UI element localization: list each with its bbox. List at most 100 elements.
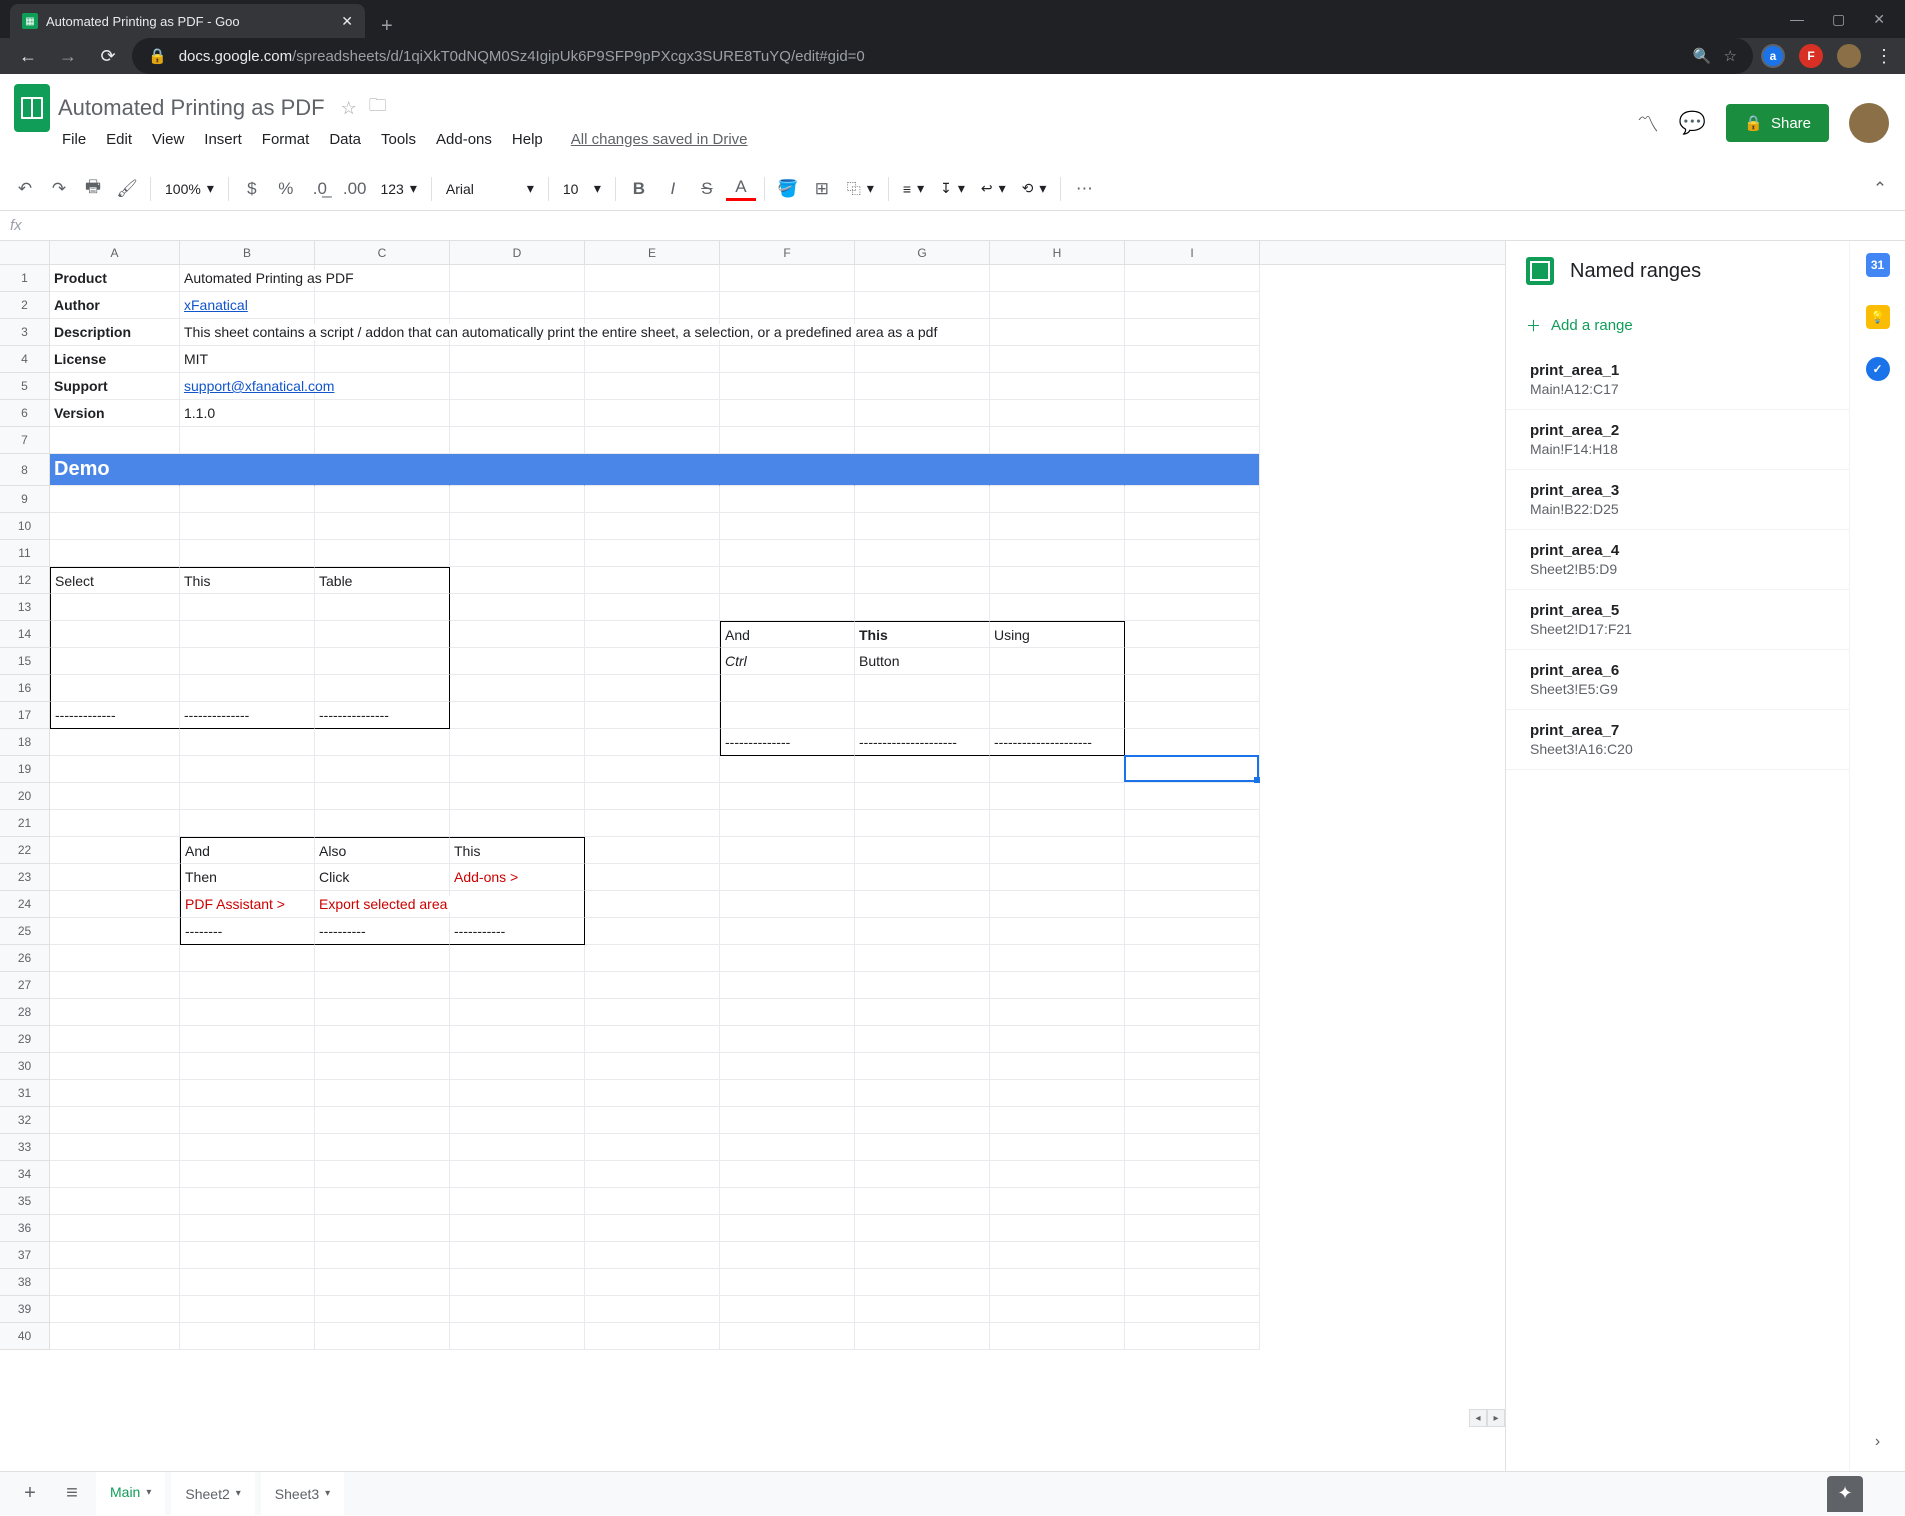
cell-E19[interactable] — [585, 756, 720, 783]
row-header-1[interactable]: 1 — [0, 265, 50, 292]
cell-B12[interactable]: This — [180, 567, 315, 594]
cell-D24[interactable] — [450, 891, 585, 918]
cell-C19[interactable] — [315, 756, 450, 783]
cell-I22[interactable] — [1125, 837, 1260, 864]
cell-G2[interactable] — [855, 292, 990, 319]
named-range-item[interactable]: print_area_1Main!A12:C17 — [1506, 350, 1905, 410]
cell-F32[interactable] — [720, 1107, 855, 1134]
menu-view[interactable]: View — [144, 127, 192, 152]
activity-icon[interactable]: 〽 — [1637, 107, 1659, 139]
cell-B11[interactable] — [180, 540, 315, 567]
row-header-5[interactable]: 5 — [0, 373, 50, 400]
cell-I24[interactable] — [1125, 891, 1260, 918]
cell-I1[interactable] — [1125, 265, 1260, 292]
row-header-11[interactable]: 11 — [0, 540, 50, 567]
cell-E27[interactable] — [585, 972, 720, 999]
cell-E2[interactable] — [585, 292, 720, 319]
row-header-10[interactable]: 10 — [0, 513, 50, 540]
named-range-item[interactable]: print_area_2Main!F14:H18 — [1506, 410, 1905, 470]
cell-C27[interactable] — [315, 972, 450, 999]
col-header-C[interactable]: C — [315, 241, 450, 264]
cell-B18[interactable] — [180, 729, 315, 756]
cell-G9[interactable] — [855, 486, 990, 513]
strikethrough-button[interactable]: S — [692, 174, 722, 204]
extension-icon-a[interactable]: a — [1761, 44, 1785, 68]
cell-A23[interactable] — [50, 864, 180, 891]
cell-F4[interactable] — [720, 346, 855, 373]
cell-C35[interactable] — [315, 1188, 450, 1215]
cell-I6[interactable] — [1125, 400, 1260, 427]
sheet-tab-sheet2[interactable]: Sheet2▾ — [171, 1472, 254, 1516]
cell-C29[interactable] — [315, 1026, 450, 1053]
cell-H8[interactable] — [990, 454, 1125, 486]
cell-A33[interactable] — [50, 1134, 180, 1161]
cell-I9[interactable] — [1125, 486, 1260, 513]
cell-F36[interactable] — [720, 1215, 855, 1242]
row-header-24[interactable]: 24 — [0, 891, 50, 918]
keep-addon-icon[interactable]: 💡 — [1866, 305, 1890, 329]
row-header-21[interactable]: 21 — [0, 810, 50, 837]
cell-E39[interactable] — [585, 1296, 720, 1323]
row-header-16[interactable]: 16 — [0, 675, 50, 702]
sheet-tab-sheet3[interactable]: Sheet3▾ — [261, 1472, 344, 1516]
cell-I39[interactable] — [1125, 1296, 1260, 1323]
cell-D30[interactable] — [450, 1053, 585, 1080]
print-button[interactable]: 🖶 — [78, 174, 108, 204]
cell-D11[interactable] — [450, 540, 585, 567]
col-header-E[interactable]: E — [585, 241, 720, 264]
cell-E6[interactable] — [585, 400, 720, 427]
menu-format[interactable]: Format — [254, 127, 318, 152]
row-header-34[interactable]: 34 — [0, 1161, 50, 1188]
cell-A15[interactable] — [50, 648, 180, 675]
cell-B19[interactable] — [180, 756, 315, 783]
cell-E16[interactable] — [585, 675, 720, 702]
cell-E22[interactable] — [585, 837, 720, 864]
cell-F30[interactable] — [720, 1053, 855, 1080]
cell-H39[interactable] — [990, 1296, 1125, 1323]
cell-E30[interactable] — [585, 1053, 720, 1080]
cell-E33[interactable] — [585, 1134, 720, 1161]
cell-C28[interactable] — [315, 999, 450, 1026]
col-header-F[interactable]: F — [720, 241, 855, 264]
zoom-select[interactable]: 100%▾ — [159, 180, 220, 197]
cell-D23[interactable]: Add-ons > — [450, 864, 585, 891]
named-range-item[interactable]: print_area_7Sheet3!A16:C20 — [1506, 710, 1905, 770]
menu-help[interactable]: Help — [504, 127, 551, 152]
cell-C15[interactable] — [315, 648, 450, 675]
cell-H33[interactable] — [990, 1134, 1125, 1161]
cell-E35[interactable] — [585, 1188, 720, 1215]
cell-E40[interactable] — [585, 1323, 720, 1350]
cell-A36[interactable] — [50, 1215, 180, 1242]
cell-H15[interactable] — [990, 648, 1125, 675]
undo-button[interactable]: ↶ — [10, 174, 40, 204]
cell-A2[interactable]: Author — [50, 292, 180, 319]
cell-H38[interactable] — [990, 1269, 1125, 1296]
cell-A9[interactable] — [50, 486, 180, 513]
cell-H32[interactable] — [990, 1107, 1125, 1134]
cell-H40[interactable] — [990, 1323, 1125, 1350]
col-header-I[interactable]: I — [1125, 241, 1260, 264]
zoom-icon[interactable]: 🔍 — [1693, 47, 1712, 65]
cell-A10[interactable] — [50, 513, 180, 540]
cell-H18[interactable]: --------------------- — [990, 729, 1125, 756]
cell-B30[interactable] — [180, 1053, 315, 1080]
cell-C12[interactable]: Table — [315, 567, 450, 594]
cell-D15[interactable] — [450, 648, 585, 675]
cell-C38[interactable] — [315, 1269, 450, 1296]
cell-I16[interactable] — [1125, 675, 1260, 702]
browser-tab[interactable]: ▦ Automated Printing as PDF - Goo ✕ — [10, 4, 365, 38]
cell-G7[interactable] — [855, 427, 990, 454]
col-header-H[interactable]: H — [990, 241, 1125, 264]
cell-G34[interactable] — [855, 1161, 990, 1188]
cell-G29[interactable] — [855, 1026, 990, 1053]
cell-F14[interactable]: And — [720, 621, 855, 648]
formula-input[interactable] — [32, 218, 1895, 234]
cell-I37[interactable] — [1125, 1242, 1260, 1269]
cell-G38[interactable] — [855, 1269, 990, 1296]
cell-D9[interactable] — [450, 486, 585, 513]
cell-G6[interactable] — [855, 400, 990, 427]
cell-C39[interactable] — [315, 1296, 450, 1323]
cell-H25[interactable] — [990, 918, 1125, 945]
cell-C34[interactable] — [315, 1161, 450, 1188]
col-header-G[interactable]: G — [855, 241, 990, 264]
